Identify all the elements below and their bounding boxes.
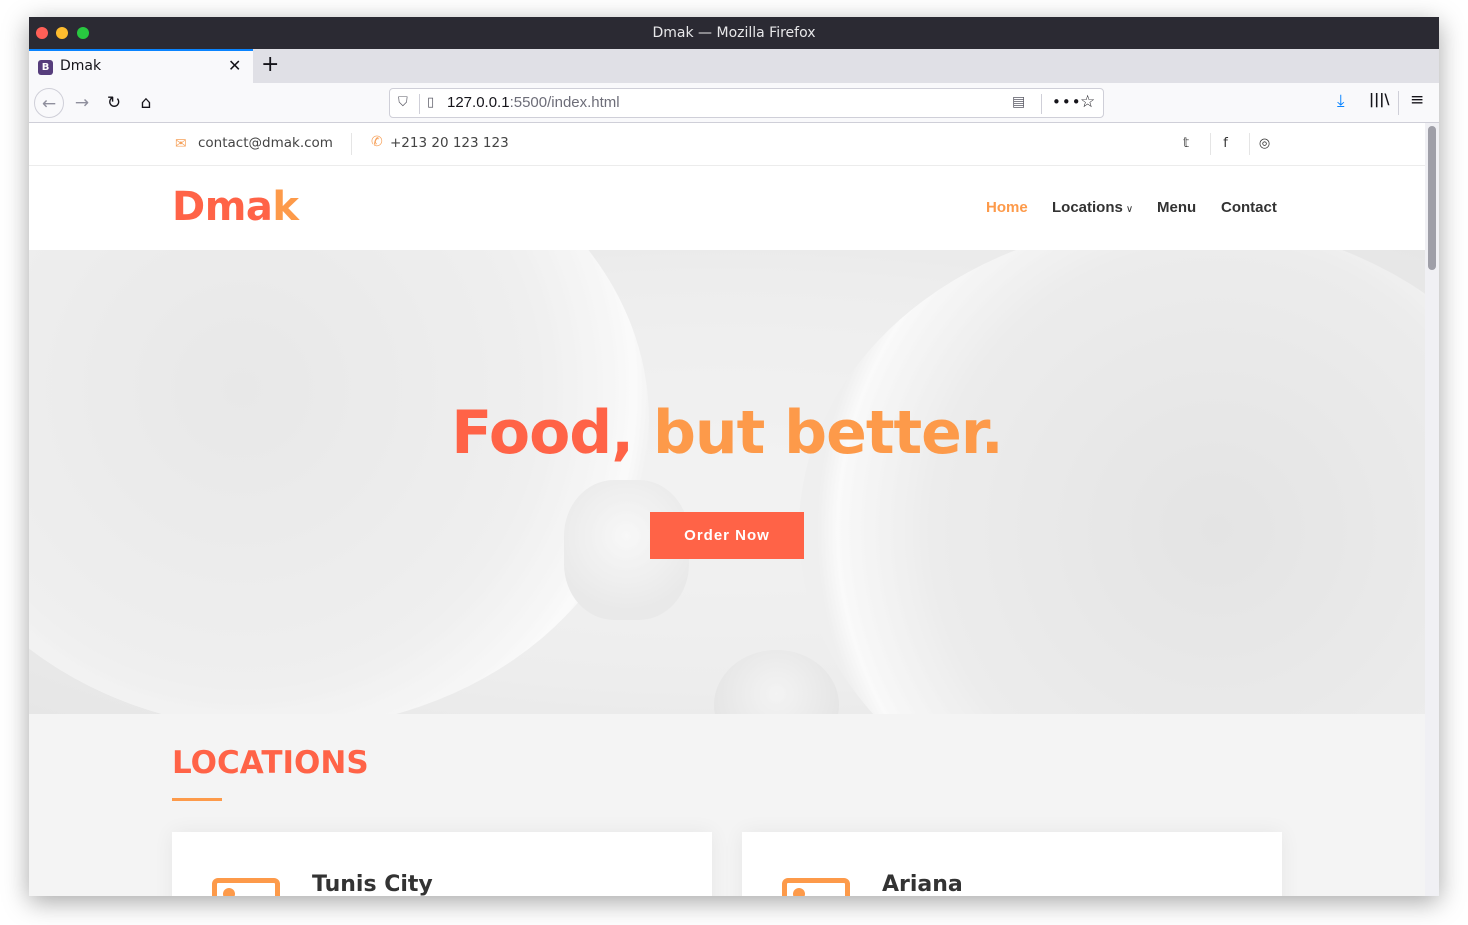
envelope-icon: ✉ <box>175 136 187 152</box>
nav-locations-label: Locations <box>1052 199 1123 216</box>
hamburger-menu-icon[interactable]: ≡ <box>1410 90 1424 110</box>
close-tab-icon[interactable]: ✕ <box>228 56 241 75</box>
library-icon[interactable]: |||\ <box>1369 92 1389 108</box>
chevron-down-icon: ∨ <box>1125 204 1134 215</box>
title-bar: Dmak — Mozilla Firefox <box>29 17 1439 49</box>
site-header: Dmak Home Locations ∨ Menu Contact <box>29 166 1425 250</box>
hero-overlay <box>29 250 1425 714</box>
tab-strip: B Dmak ✕ + <box>29 49 1439 83</box>
locations-section: LOCATIONS Tunis City Ariana <box>29 714 1425 896</box>
locations-heading: LOCATIONS <box>172 745 369 781</box>
download-icon[interactable]: ⤓ <box>1337 91 1345 111</box>
toolbar-divider <box>1398 91 1399 115</box>
location-name: Tunis City <box>312 872 433 896</box>
order-now-button[interactable]: Order Now <box>650 512 804 559</box>
home-icon[interactable]: ⌂ <box>131 88 161 118</box>
url-divider <box>419 94 420 114</box>
page-viewport: ✉ contact@dmak.com ✆ +213 20 123 123 𝕥 f… <box>29 123 1439 896</box>
url-host: 127.0.0.1 <box>447 94 510 111</box>
location-card[interactable]: Tunis City <box>172 832 712 896</box>
logo-main: Dma <box>172 184 273 230</box>
image-icon <box>212 878 280 896</box>
bookmark-star-icon[interactable]: ☆ <box>1080 92 1095 112</box>
reader-view-icon[interactable]: ▤ <box>1012 94 1025 110</box>
nav-contact[interactable]: Contact <box>1221 199 1277 216</box>
twitter-icon[interactable]: 𝕥 <box>1171 133 1201 155</box>
close-window-button[interactable] <box>36 27 48 39</box>
url-text[interactable]: 127.0.0.1:5500/index.html <box>447 94 620 111</box>
page-info-icon[interactable]: ▯ <box>427 95 434 110</box>
page-scrollbar[interactable] <box>1425 123 1439 896</box>
scrollbar-thumb[interactable] <box>1428 126 1436 270</box>
new-tab-icon[interactable]: + <box>261 52 279 77</box>
phone-icon: ✆ <box>371 134 383 150</box>
forward-arrow-icon[interactable]: → <box>67 88 97 118</box>
nav-locations[interactable]: Locations ∨ <box>1052 199 1133 216</box>
hero-title: Food, but better. <box>29 398 1425 468</box>
instagram-icon[interactable]: ◎ <box>1249 133 1279 155</box>
minimize-window-button[interactable] <box>56 27 68 39</box>
url-divider-2 <box>1041 94 1042 114</box>
browser-window: Dmak — Mozilla Firefox B Dmak ✕ + ← → ↻ … <box>29 17 1439 896</box>
contact-phone[interactable]: +213 20 123 123 <box>390 135 509 151</box>
heading-underline <box>172 798 222 801</box>
reload-icon[interactable]: ↻ <box>99 88 129 118</box>
bootstrap-favicon-icon: B <box>38 60 53 75</box>
tab-title: Dmak <box>60 58 102 74</box>
site-logo[interactable]: Dmak <box>172 184 299 230</box>
url-bar[interactable]: ⛉ ▯ 127.0.0.1:5500/index.html ▤ ••• ☆ <box>389 88 1104 118</box>
url-path: :5500/index.html <box>509 94 620 111</box>
hero-section: Food, but better. Order Now <box>29 250 1425 714</box>
logo-accent: k <box>272 184 299 230</box>
hero-title-part1: Food, <box>451 398 634 468</box>
web-page: ✉ contact@dmak.com ✆ +213 20 123 123 𝕥 f… <box>29 123 1425 896</box>
location-name: Ariana <box>882 872 963 896</box>
maximize-window-button[interactable] <box>77 27 89 39</box>
hero-title-part2: but better. <box>652 398 1004 468</box>
page-actions-icon[interactable]: ••• <box>1052 93 1082 111</box>
nav-toolbar: ← → ↻ ⌂ ⛉ ▯ 127.0.0.1:5500/index.html ▤ … <box>29 83 1439 123</box>
nav-home[interactable]: Home <box>986 199 1028 216</box>
facebook-icon[interactable]: f <box>1210 133 1240 155</box>
location-card[interactable]: Ariana <box>742 832 1282 896</box>
info-divider <box>351 133 352 155</box>
tracking-shield-icon[interactable]: ⛉ <box>398 95 408 110</box>
tab-dmak[interactable]: B Dmak ✕ <box>29 49 253 83</box>
window-title: Dmak — Mozilla Firefox <box>652 25 816 41</box>
contact-email[interactable]: contact@dmak.com <box>198 135 333 151</box>
back-arrow-icon[interactable]: ← <box>34 88 64 118</box>
nav-menu[interactable]: Menu <box>1157 199 1196 216</box>
image-icon <box>782 878 850 896</box>
info-bar: ✉ contact@dmak.com ✆ +213 20 123 123 𝕥 f… <box>29 123 1425 166</box>
